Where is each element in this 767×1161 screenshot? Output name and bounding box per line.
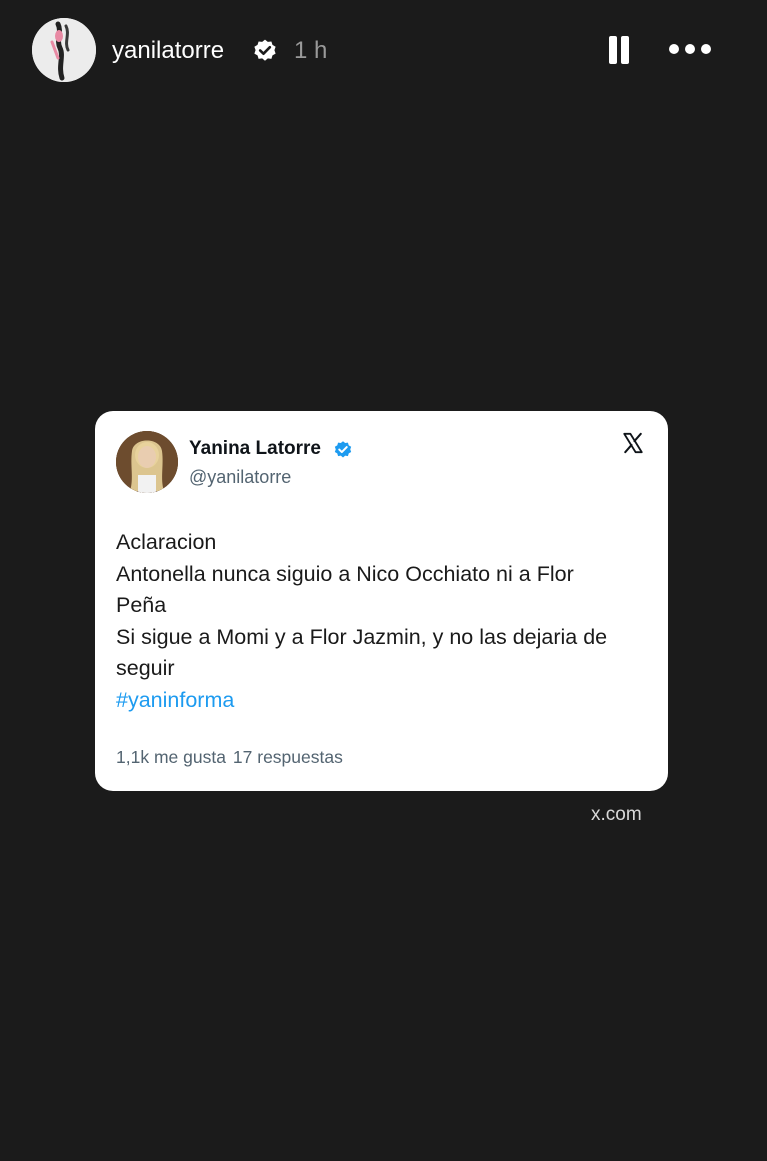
tweet-text-line: Aclaracion xyxy=(116,530,217,554)
likes-count[interactable]: 1,1k me gusta xyxy=(116,747,226,767)
story-header: yanilatorre 1 h xyxy=(0,0,767,104)
avatar-image xyxy=(32,18,96,82)
verified-badge-icon xyxy=(254,39,276,61)
tweet-stats: 1,1k me gusta 17 respuestas xyxy=(116,746,343,768)
story-timestamp: 1 h xyxy=(294,37,328,64)
hashtag-link[interactable]: #yaninforma xyxy=(116,685,656,717)
profile-avatar[interactable] xyxy=(32,18,96,82)
tweet-card[interactable]: Yanina Latorre @yanilatorre Aclaracion A… xyxy=(95,411,668,791)
verified-badge-icon xyxy=(334,441,352,458)
tweet-author-name[interactable]: Yanina Latorre xyxy=(189,437,321,461)
tweet-text-line: Antonella nunca siguio a Nico Occhiato n… xyxy=(116,561,574,586)
story-username[interactable]: yanilatorre xyxy=(112,36,224,66)
tweet-text-line: Si sigue a Momi y a Flor Jazmin, y no la… xyxy=(116,624,608,649)
story-view: yanilatorre 1 h Yanina Latorre @yanilato… xyxy=(0,0,767,1161)
tweet-text-line: seguir xyxy=(116,656,175,680)
tweet-avatar-image xyxy=(116,431,178,493)
tweet-text: Aclaracion Antonella nunca siguio a Nico… xyxy=(116,527,656,716)
tweet-author-avatar[interactable] xyxy=(116,431,178,493)
tweet-author-handle[interactable]: @yanilatorre xyxy=(189,465,291,489)
pause-icon[interactable] xyxy=(606,32,632,68)
source-link[interactable]: x.com xyxy=(591,804,642,826)
x-logo-icon[interactable] xyxy=(622,432,644,454)
tweet-text-line: Peña xyxy=(116,593,167,617)
more-options-icon[interactable] xyxy=(666,34,716,64)
replies-count[interactable]: 17 respuestas xyxy=(233,747,343,767)
